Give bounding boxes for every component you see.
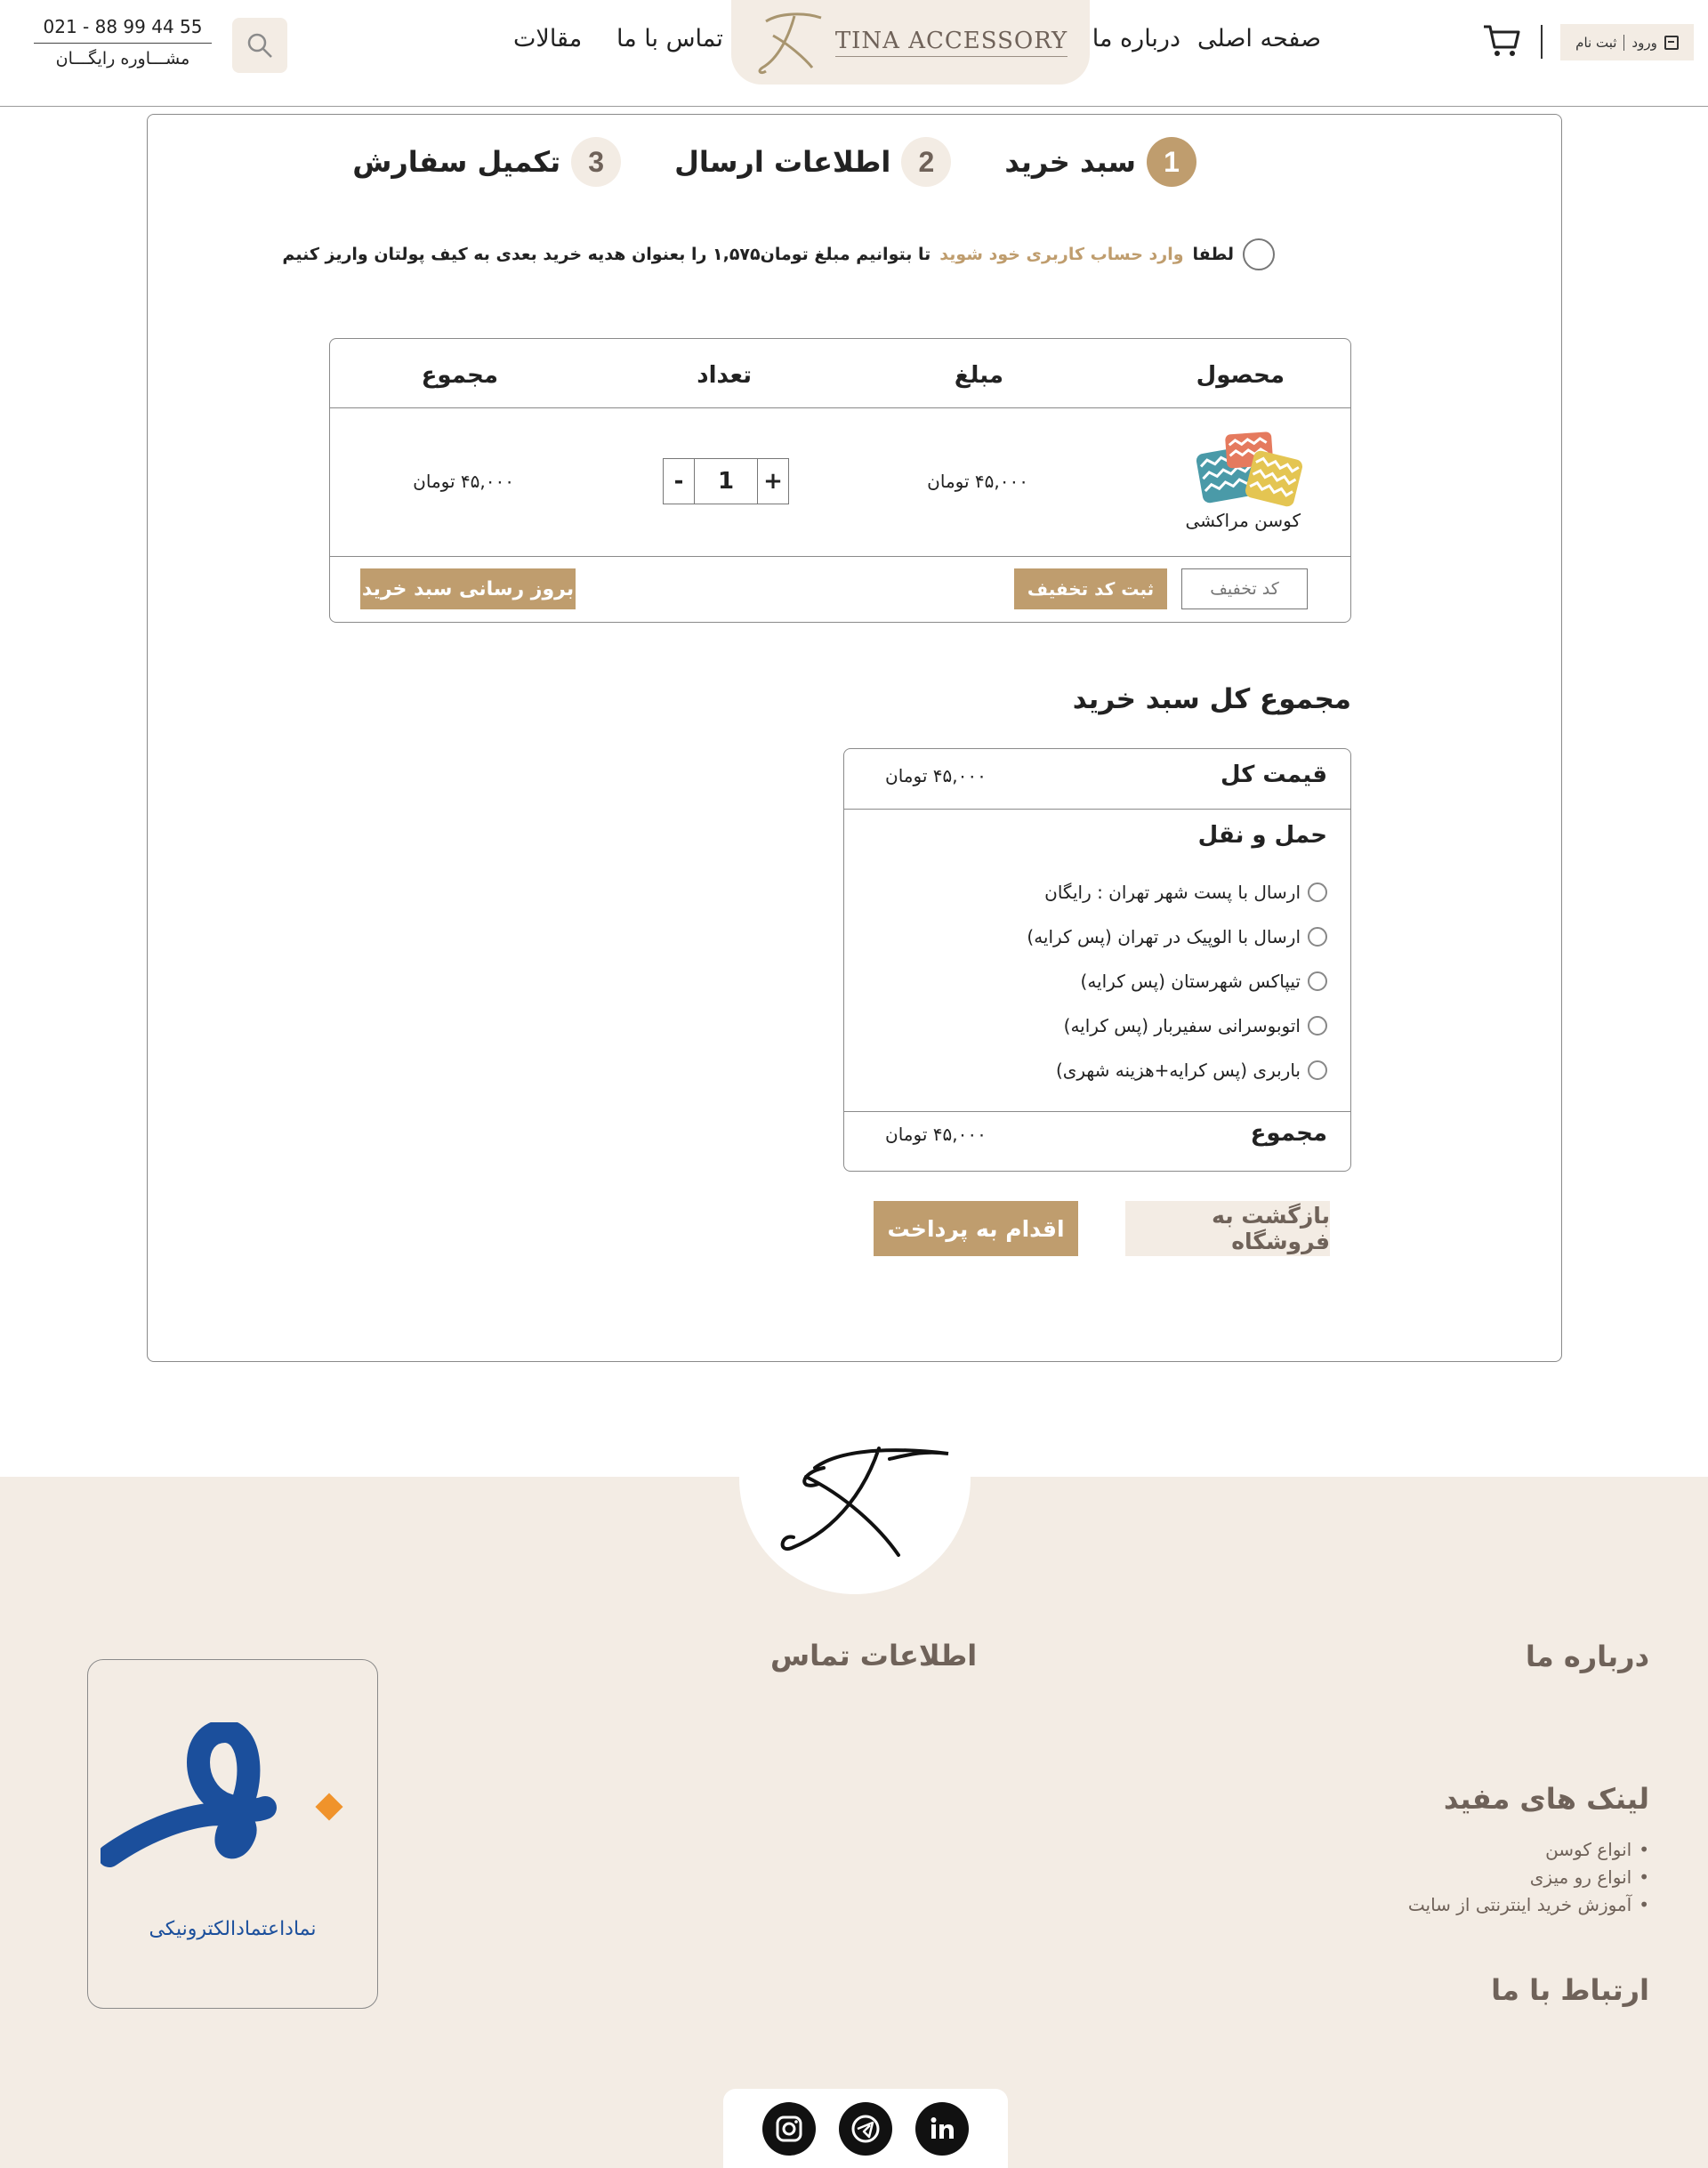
cart-table: محصول مبلغ تعداد مجموع کوسن مراکشی ۴۵,۰۰… — [329, 338, 1351, 623]
step-label: سبد خرید — [1004, 145, 1136, 179]
shipping-option-label: باربری (پس کرایه+هزینه شهری) — [1055, 1060, 1301, 1081]
logo-text: TINA ACCESSORY — [834, 28, 1068, 57]
table-divider — [330, 407, 1350, 408]
subtotal-label: قیمت کل — [1221, 762, 1327, 788]
login-register-button[interactable]: ورود ثبت نام — [1560, 24, 1694, 60]
order-total-label: مجموع — [1250, 1120, 1327, 1147]
shipping-option[interactable]: اتوبوسرانی سفیربار (پس کرایه) — [1064, 1015, 1327, 1036]
step-shipping-info: 2 اطلاعات ارسال — [674, 137, 952, 187]
promo-radio[interactable] — [1243, 238, 1275, 270]
footer-links-heading: لینک های مفید — [1443, 1782, 1649, 1816]
shipping-option-label: ارسال با الوپیک در تهران (پس کرایه) — [1027, 926, 1301, 947]
telegram-icon[interactable] — [839, 2102, 892, 2156]
step-number: 3 — [571, 137, 622, 187]
shipping-option[interactable]: ارسال با پست شهر تهران : رایگان — [1044, 882, 1327, 903]
product-image[interactable] — [1194, 430, 1304, 510]
auth-separator — [1623, 34, 1625, 51]
site-logo[interactable]: TINA ACCESSORY — [731, 0, 1090, 85]
proceed-to-payment-button[interactable]: اقدام به پرداخت — [874, 1201, 1078, 1256]
totals-divider — [844, 809, 1350, 810]
coupon-input[interactable] — [1181, 568, 1308, 609]
cart-totals-title: مجموع کل سبد خرید — [1072, 683, 1351, 715]
product-price: ۴۵,۰۰۰ تومان — [927, 471, 1028, 492]
contact-phone-block: 021 - 88 99 44 55 مشـــاوره رایگـــان — [34, 16, 212, 69]
step-number: 2 — [901, 137, 952, 187]
step-label: تکمیل سفارش — [352, 145, 561, 179]
shipping-option-label: ارسال با پست شهر تهران : رایگان — [1044, 882, 1301, 903]
shipping-option-label: تیپاکس شهرستان (پس کرایه) — [1080, 971, 1301, 992]
search-button[interactable] — [232, 18, 287, 73]
logo-monogram-icon — [758, 12, 822, 74]
column-header-total: مجموع — [421, 362, 498, 389]
free-consult-label: مشـــاوره رایگـــان — [55, 49, 190, 69]
footer-contact-heading: اطلاعات تماس — [770, 1639, 978, 1672]
footer-logo-monogram-icon[interactable] — [772, 1441, 959, 1560]
shipping-option[interactable]: ارسال با الوپیک در تهران (پس کرایه) — [1027, 926, 1327, 947]
radio-button[interactable] — [1308, 1060, 1327, 1080]
step-complete-order: 3 تکمیل سفارش — [352, 137, 622, 187]
linkedin-icon[interactable] — [915, 2102, 969, 2156]
qty-decrease-button[interactable]: - — [664, 459, 694, 504]
search-icon — [247, 33, 272, 58]
back-to-shop-button[interactable]: بازگشت به فروشگاه — [1125, 1201, 1330, 1256]
subtotal-value: ۴۵,۰۰۰ تومان — [885, 765, 987, 786]
shipping-option[interactable]: باربری (پس کرایه+هزینه شهری) — [1056, 1060, 1327, 1081]
radio-button[interactable] — [1308, 971, 1327, 991]
order-total-value: ۴۵,۰۰۰ تومان — [885, 1124, 987, 1145]
enamad-logo-icon — [101, 1722, 343, 1867]
enamad-label: نماداعتمادالکترونیکی — [149, 1918, 317, 1940]
enamad-trust-badge[interactable]: نماداعتمادالکترونیکی — [87, 1659, 378, 2009]
promo-prefix: لطفا — [1192, 245, 1234, 264]
shipping-option-label: اتوبوسرانی سفیربار (پس کرایه) — [1063, 1015, 1301, 1036]
footer-about-heading: درباره ما — [1525, 1640, 1649, 1673]
footer-connect-heading: ارتباط با ما — [1491, 1973, 1649, 2007]
radio-button[interactable] — [1308, 883, 1327, 902]
table-divider — [330, 556, 1350, 557]
phone-number[interactable]: 021 - 88 99 44 55 — [34, 16, 212, 44]
step-label: اطلاعات ارسال — [674, 145, 891, 179]
update-cart-button[interactable]: بروز رسانی سبد خرید — [360, 568, 576, 609]
nav-about[interactable]: درباره ما — [1092, 25, 1180, 52]
register-label[interactable]: ثبت نام — [1575, 35, 1616, 51]
cart-icon[interactable] — [1482, 23, 1521, 59]
radio-button[interactable] — [1308, 1016, 1327, 1036]
login-icon — [1664, 35, 1679, 50]
totals-divider — [844, 1111, 1350, 1112]
promo-suffix: تا بتوانیم مبلغ تومان۱,۵۷۵ را بعنوان هدی… — [282, 245, 931, 264]
footer-link[interactable]: انواع کوسن — [1408, 1836, 1649, 1864]
login-promo: لطفا وارد حساب کاربری خود شوید تا بتوانی… — [282, 238, 1275, 270]
site-header: ورود ثبت نام صفحه اصلی درباره ما TINA AC… — [0, 0, 1708, 107]
shipping-label: حمل و نقل — [1197, 822, 1327, 849]
footer-link[interactable]: انواع رو میزی — [1408, 1864, 1649, 1891]
nav-articles[interactable]: مقالات — [513, 25, 582, 52]
step-cart: 1 سبد خرید — [1004, 137, 1196, 187]
checkout-steps: 1 سبد خرید 2 اطلاعات ارسال 3 تکمیل سفارش — [352, 137, 1196, 187]
social-links-bar — [723, 2089, 1008, 2168]
shipping-option[interactable]: تیپاکس شهرستان (پس کرایه) — [1081, 971, 1327, 992]
footer-link[interactable]: آموزش خرید اینترنتی از سایت — [1408, 1891, 1649, 1919]
qty-value[interactable]: 1 — [694, 459, 758, 504]
header-divider — [1541, 25, 1543, 59]
cart-totals-box: قیمت کل ۴۵,۰۰۰ تومان حمل و نقل ارسال با … — [843, 748, 1351, 1172]
apply-coupon-button[interactable]: ثبت کد تخفیف — [1014, 568, 1167, 609]
instagram-icon[interactable] — [762, 2102, 816, 2156]
nav-contact[interactable]: تماس با ما — [616, 25, 723, 52]
step-number: 1 — [1147, 137, 1196, 187]
footer-links-list: انواع کوسن انواع رو میزی آموزش خرید اینت… — [1408, 1836, 1649, 1919]
qty-increase-button[interactable]: + — [758, 459, 788, 504]
column-header-price: مبلغ — [954, 362, 1003, 389]
radio-button[interactable] — [1308, 927, 1327, 947]
cart-page-card — [147, 114, 1562, 1362]
column-header-product: محصول — [1196, 362, 1285, 389]
quantity-stepper: - 1 + — [663, 458, 789, 504]
product-subtotal: ۴۵,۰۰۰ تومان — [413, 471, 514, 492]
login-link[interactable]: وارد حساب کاربری خود شوید — [939, 245, 1183, 264]
product-name[interactable]: کوسن مراکشی — [1185, 510, 1301, 531]
login-label[interactable]: ورود — [1631, 35, 1656, 51]
nav-home[interactable]: صفحه اصلی — [1197, 25, 1321, 52]
column-header-qty: تعداد — [697, 362, 752, 389]
